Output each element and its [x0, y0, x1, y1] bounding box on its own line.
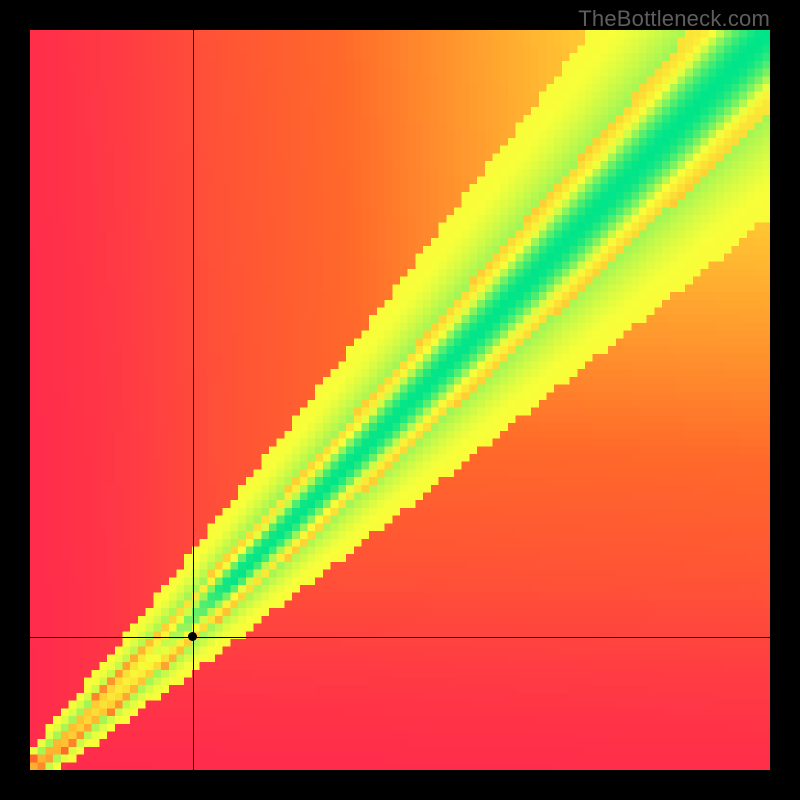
heatmap-canvas	[30, 30, 770, 770]
crosshair-horizontal	[30, 637, 770, 638]
watermark-text: TheBottleneck.com	[578, 6, 770, 32]
crosshair-vertical	[193, 30, 194, 770]
outer-frame: TheBottleneck.com	[0, 0, 800, 800]
heatmap-plot	[30, 30, 770, 770]
